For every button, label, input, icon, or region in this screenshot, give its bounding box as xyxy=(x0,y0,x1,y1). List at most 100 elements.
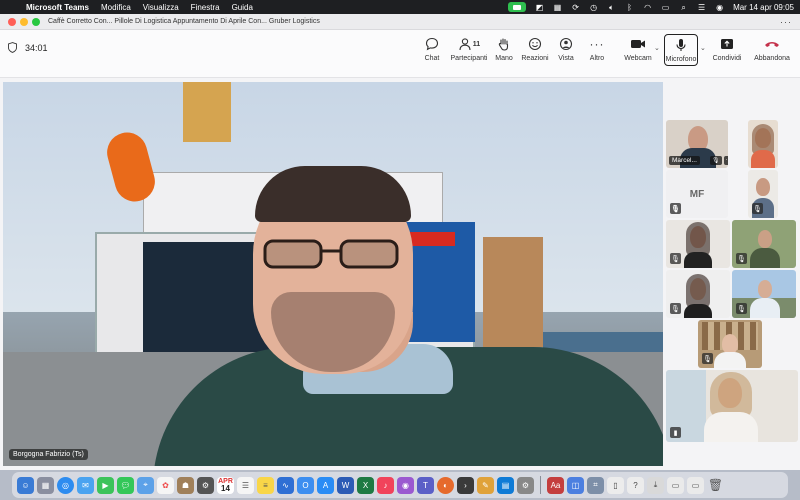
hand-label: Mano xyxy=(495,55,513,62)
leave-button[interactable]: Abbandona xyxy=(752,36,792,62)
participant-tile-4[interactable]: 🎙︎ xyxy=(748,170,778,218)
wifi-icon[interactable]: ◠ xyxy=(643,3,652,12)
shield-icon xyxy=(8,42,17,53)
participant-tile-5[interactable]: 🎙︎ xyxy=(666,220,730,268)
menubar-clock[interactable]: Mar 14 apr 09:05 xyxy=(733,3,794,12)
webcam-button[interactable]: Webcam xyxy=(618,36,658,62)
hand-icon xyxy=(498,38,509,51)
menu-finestra[interactable]: Finestra xyxy=(191,3,220,12)
outlook-icon[interactable]: O xyxy=(297,476,314,494)
app-menu[interactable]: Microsoft Teams xyxy=(26,3,89,12)
view-label: Vista xyxy=(558,55,574,62)
siri-icon[interactable]: ◉ xyxy=(715,3,724,12)
participant-tile-mf[interactable]: MF 🎙︎ xyxy=(666,170,728,218)
calendar-icon[interactable]: APR 14 xyxy=(217,476,234,494)
muted-mic-icon: 🎙︎ xyxy=(670,203,681,214)
leave-label: Abbandona xyxy=(754,55,790,62)
bluetooth-icon[interactable]: ᛒ xyxy=(625,3,634,12)
facetime-icon[interactable]: ▶ xyxy=(97,476,114,494)
participant-tile-marcel[interactable]: Marcel... 🎙︎ ··· xyxy=(666,120,728,168)
menu-guida[interactable]: Guida xyxy=(232,3,253,12)
tools-icon[interactable]: ⚙ xyxy=(197,476,214,494)
launchpad-icon[interactable]: ▦ xyxy=(37,476,54,494)
webcam-options-chevron-icon[interactable]: ⌄ xyxy=(654,44,660,52)
preview-icon[interactable]: ◫ xyxy=(567,476,584,494)
pages-icon[interactable]: ✎ xyxy=(477,476,494,494)
screenshot-icon[interactable]: ⌗ xyxy=(587,476,604,494)
app-store-icon[interactable]: A xyxy=(317,476,334,494)
podcasts-icon[interactable]: ◉ xyxy=(397,476,414,494)
speaking-icon: ▮ xyxy=(670,427,681,438)
participant-tile-6[interactable]: 🎙︎ xyxy=(732,220,796,268)
microphone-options-chevron-icon[interactable]: ⌄ xyxy=(700,44,706,52)
microphone-button[interactable]: Microfono xyxy=(664,34,698,66)
freeform-icon[interactable]: ∿ xyxy=(277,476,294,494)
help-icon[interactable]: ? xyxy=(627,476,644,494)
reactions-label: Reazioni xyxy=(521,55,549,62)
main-speaker-video[interactable]: Borgogna Fabrizio (Ts) xyxy=(3,82,663,466)
minimize-window-button[interactable] xyxy=(20,17,28,26)
people-icon xyxy=(459,38,471,51)
terminal-icon[interactable]: › xyxy=(457,476,474,494)
document-icon[interactable]: ▯ xyxy=(607,476,624,494)
macos-dock: ☺ ▦ ◎ ✉ ▶ 💬︎ ⌖ ✿ ☗ ⚙ APR 14 ☰ ≡ ∿ O A W … xyxy=(12,472,788,498)
menu-modifica[interactable]: Modifica xyxy=(101,3,131,12)
settings-icon[interactable]: ⚙ xyxy=(517,476,534,494)
participant-name-label: Marcel... xyxy=(669,156,700,165)
clock-icon[interactable]: ◷ xyxy=(589,3,598,12)
muted-mic-icon: 🎙︎ xyxy=(670,303,681,314)
webcam-label: Webcam xyxy=(624,55,652,62)
screen-share-icon[interactable]: ◩ xyxy=(535,3,544,12)
volume-icon[interactable]: 🔈︎ xyxy=(607,3,616,12)
trash-icon[interactable]: 🗑︎ xyxy=(707,477,724,494)
numbers-icon[interactable]: ▤ xyxy=(497,476,514,494)
notes-icon[interactable]: ≡ xyxy=(257,476,274,494)
participant-tile-7[interactable]: 🎙︎ xyxy=(666,270,730,318)
participants-gallery: Marcel... 🎙︎ ··· MF 🎙︎ 🎙︎ 🎙︎ xyxy=(664,82,800,466)
reminders-icon[interactable]: ☰ xyxy=(237,476,254,494)
window-more-icon[interactable]: ··· xyxy=(780,17,792,27)
downloads-folder-icon[interactable]: ⤓ xyxy=(647,476,664,494)
excel-icon[interactable]: X xyxy=(357,476,374,494)
teams-icon[interactable]: T xyxy=(417,476,434,494)
smiley-icon xyxy=(528,37,542,51)
firefox-icon[interactable]: ◐ xyxy=(437,476,454,494)
stack-2-icon[interactable]: ▭ xyxy=(687,476,704,494)
dictionary-icon[interactable]: Aa xyxy=(547,476,564,494)
participant-tile-10[interactable]: ▮ xyxy=(666,370,798,442)
macos-menubar: Microsoft Teams Modifica Visualizza Fine… xyxy=(0,0,800,14)
share-label: Condividi xyxy=(712,55,742,62)
sync-icon[interactable]: ⟳ xyxy=(571,3,580,12)
photos-icon[interactable]: ✿ xyxy=(157,476,174,494)
video-camera-icon xyxy=(631,40,645,48)
mic-icon[interactable]: 🎙︎ xyxy=(710,156,722,165)
messages-icon[interactable]: 💬︎ xyxy=(117,476,134,494)
share-button[interactable]: Condividi xyxy=(707,36,747,62)
tile-more-icon[interactable]: ··· xyxy=(723,156,728,165)
close-window-button[interactable] xyxy=(8,17,16,26)
maximize-window-button[interactable] xyxy=(32,17,40,26)
music-icon[interactable]: ♪ xyxy=(377,476,394,494)
battery-icon[interactable]: ▭ xyxy=(661,3,670,12)
participant-tile-8[interactable]: 🎙︎ xyxy=(732,270,796,318)
camera-in-use-icon[interactable] xyxy=(508,2,527,12)
mail-icon[interactable]: ✉ xyxy=(77,476,94,494)
more-button[interactable]: ··· Altro xyxy=(577,36,617,62)
chat-button[interactable]: Chat xyxy=(412,36,452,62)
participant-tile-9[interactable]: 🎙︎ xyxy=(698,320,762,368)
contacts-icon[interactable]: ☗ xyxy=(177,476,194,494)
chat-icon xyxy=(425,37,439,51)
window-controls xyxy=(8,17,40,26)
participant-tile-2[interactable] xyxy=(748,120,778,168)
maps-icon[interactable]: ⌖ xyxy=(137,476,154,494)
participants-label: Partecipanti xyxy=(450,55,488,62)
control-center-icon[interactable]: ☰ xyxy=(697,3,706,12)
safari-icon[interactable]: ◎ xyxy=(57,476,74,494)
word-icon[interactable]: W xyxy=(337,476,354,494)
participant-face xyxy=(722,334,738,354)
finder-icon[interactable]: ☺ xyxy=(17,476,34,494)
search-icon[interactable]: ⌕ xyxy=(679,3,688,12)
stack-icon[interactable]: ▭ xyxy=(667,476,684,494)
menu-visualizza[interactable]: Visualizza xyxy=(143,3,179,12)
apps-grid-icon[interactable]: ▦ xyxy=(553,3,562,12)
